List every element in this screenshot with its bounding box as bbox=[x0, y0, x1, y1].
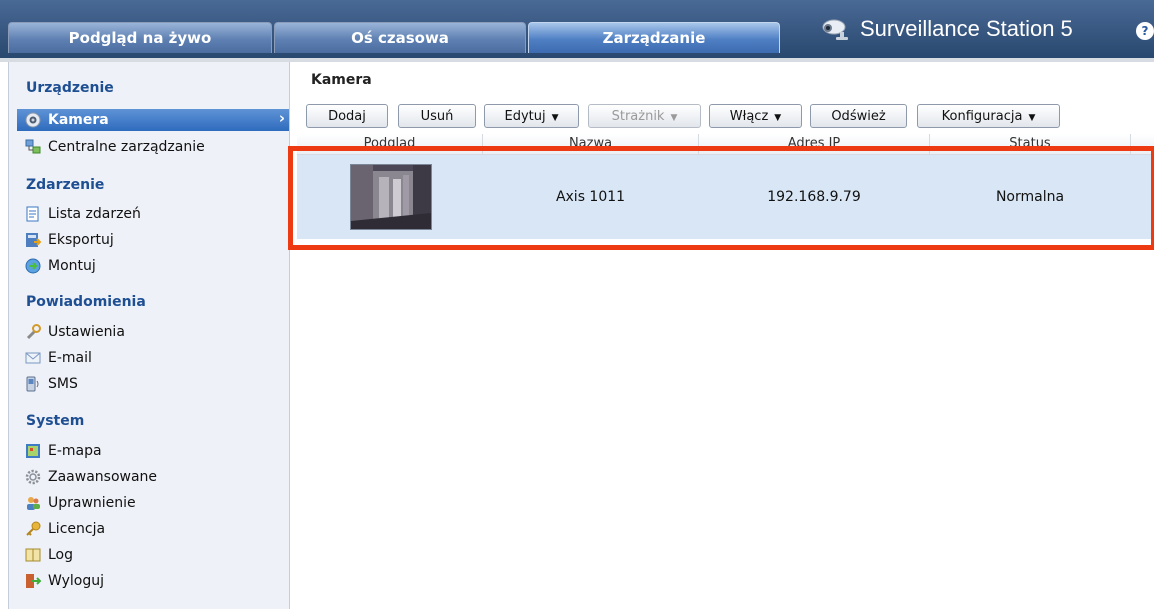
chevron-down-icon: ▼ bbox=[551, 113, 559, 123]
sidebar-item-emap[interactable]: E-mapa bbox=[25, 440, 102, 462]
sidebar-item-mount[interactable]: Montuj bbox=[25, 255, 96, 277]
help-icon[interactable]: ? bbox=[1136, 22, 1154, 40]
section-title-event: Zdarzenie bbox=[26, 177, 105, 193]
sms-icon bbox=[26, 376, 39, 392]
sidebar-item-advanced[interactable]: Zaawansowane bbox=[25, 466, 157, 488]
tab-management[interactable]: Zarządzanie bbox=[528, 22, 780, 53]
sidebar-item-label: Zaawansowane bbox=[48, 469, 158, 485]
page-title: Kamera bbox=[311, 72, 372, 88]
add-button[interactable]: Dodaj bbox=[306, 104, 388, 128]
chevron-right-icon: › bbox=[278, 109, 285, 127]
app-brand: Surveillance Station 5 bbox=[822, 12, 1073, 46]
sidebar-item-event-list[interactable]: Lista zdarzeń bbox=[25, 203, 141, 225]
chevron-down-icon: ▼ bbox=[1028, 113, 1036, 123]
users-icon bbox=[27, 497, 40, 510]
sidebar-item-logout[interactable]: Wyloguj bbox=[25, 570, 104, 592]
surveillance-camera-icon bbox=[822, 19, 848, 40]
enable-button-label: Włącz bbox=[729, 109, 769, 124]
main-panel: Kamera Dodaj Usuń Edytuj ▼ Strażnik ▼ Włąc… bbox=[297, 62, 1154, 609]
central-management-icon bbox=[25, 139, 41, 154]
sidebar-item-email[interactable]: E-mail bbox=[25, 347, 92, 369]
key-icon bbox=[26, 521, 41, 536]
section-title-system: System bbox=[26, 413, 85, 429]
chevron-down-icon: ▼ bbox=[670, 113, 678, 123]
sidebar-item-label: Kamera bbox=[48, 112, 109, 128]
wrench-icon bbox=[26, 324, 41, 340]
gear-icon bbox=[25, 469, 41, 485]
email-icon bbox=[25, 352, 41, 364]
sidebar-item-permission[interactable]: Uprawnienie bbox=[25, 492, 136, 514]
sidebar-item-sms[interactable]: SMS bbox=[25, 373, 78, 395]
sidebar-item-label: SMS bbox=[48, 376, 78, 392]
sidebar-item-label: Log bbox=[48, 547, 74, 563]
guard-button-label: Strażnik bbox=[611, 109, 665, 124]
sidebar-item-label: Uprawnienie bbox=[48, 495, 136, 511]
sidebar-item-license[interactable]: Licencja bbox=[25, 518, 105, 540]
config-dropdown-button[interactable]: Konfiguracja ▼ bbox=[917, 104, 1060, 128]
highlight-box bbox=[288, 146, 1154, 250]
sidebar-item-label: E-mail bbox=[48, 350, 92, 366]
sidebar-item-central-management[interactable]: Centralne zarządzanie bbox=[25, 136, 205, 158]
export-icon bbox=[26, 233, 41, 247]
book-icon bbox=[25, 548, 41, 562]
sidebar-item-label: Eksportuj bbox=[48, 232, 114, 248]
tab-live-view[interactable]: Podgląd na żywo bbox=[8, 22, 272, 53]
guard-dropdown-button[interactable]: Strażnik ▼ bbox=[588, 104, 701, 128]
remove-button[interactable]: Usuń bbox=[398, 104, 476, 128]
sidebar-item-label: Centralne zarządzanie bbox=[48, 139, 205, 155]
section-title-notifications: Powiadomienia bbox=[26, 294, 146, 310]
camera-icon bbox=[25, 112, 41, 128]
sidebar-item-label: Wyloguj bbox=[48, 573, 104, 589]
sidebar: Urządzenie Kamera › Centralne zarządzani… bbox=[8, 62, 290, 609]
enable-dropdown-button[interactable]: Włącz ▼ bbox=[709, 104, 802, 128]
emap-icon bbox=[26, 444, 40, 458]
logout-icon bbox=[26, 574, 41, 588]
config-button-label: Konfiguracja bbox=[941, 109, 1023, 124]
sidebar-item-export[interactable]: Eksportuj bbox=[25, 229, 114, 251]
app-title: Surveillance Station 5 bbox=[860, 16, 1073, 41]
sidebar-item-log[interactable]: Log bbox=[25, 544, 73, 566]
sidebar-item-label: Lista zdarzeń bbox=[48, 206, 141, 222]
top-navigation-bar: Podgląd na żywo Oś czasowa Zarządzanie S… bbox=[0, 0, 1154, 58]
sidebar-item-settings[interactable]: Ustawienia bbox=[25, 321, 125, 343]
chevron-down-icon: ▼ bbox=[774, 113, 782, 123]
refresh-button[interactable]: Odśwież bbox=[810, 104, 907, 128]
edit-dropdown-button[interactable]: Edytuj ▼ bbox=[484, 104, 579, 128]
edit-button-label: Edytuj bbox=[504, 109, 546, 124]
sidebar-item-label: Ustawienia bbox=[48, 324, 125, 340]
tab-timeline[interactable]: Oś czasowa bbox=[274, 22, 526, 53]
sidebar-item-camera[interactable]: Kamera › bbox=[17, 109, 289, 131]
sidebar-item-label: Montuj bbox=[48, 258, 96, 274]
event-list-icon bbox=[26, 206, 39, 222]
sidebar-item-label: Licencja bbox=[48, 521, 106, 537]
mount-icon bbox=[25, 258, 41, 274]
sidebar-item-label: E-mapa bbox=[48, 443, 102, 459]
section-title-device: Urządzenie bbox=[26, 80, 114, 96]
